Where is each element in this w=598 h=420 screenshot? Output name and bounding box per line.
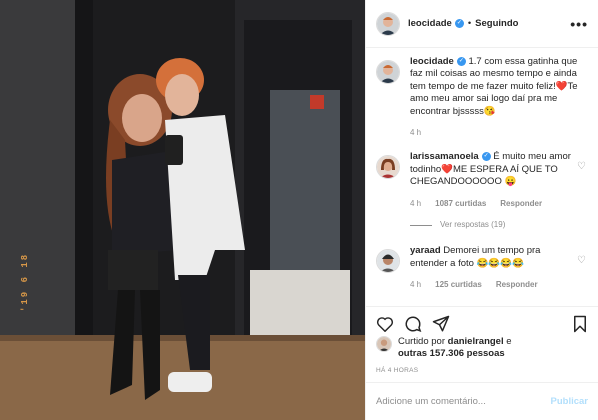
replies-divider (410, 224, 432, 226)
verified-badge-icon: ✓ (456, 56, 466, 66)
comment-input[interactable] (376, 396, 551, 407)
comment-bubble-icon[interactable] (404, 315, 422, 333)
publish-button[interactable]: Publicar (551, 396, 589, 407)
post-header: leocidade ✓ • Seguindo ••• (366, 0, 598, 48)
comment-time[interactable]: 4 h (410, 198, 421, 210)
more-options-icon[interactable]: ••• (570, 16, 588, 32)
share-send-icon[interactable] (432, 315, 450, 333)
view-replies-label: Ver respostas (19) (440, 220, 506, 230)
separator-dot: • (467, 18, 472, 29)
liker-username[interactable]: danielrangel (448, 336, 504, 347)
following-button[interactable]: Seguindo (475, 18, 518, 29)
photo-date-stamp: '19 6 18 (20, 253, 30, 312)
commenter-avatar[interactable] (376, 155, 400, 180)
comment-like-heart-icon[interactable]: ♡ (577, 255, 586, 266)
comment-likes[interactable]: 125 curtidas (435, 279, 482, 291)
comment-item: larissamanoela ✓ É muito meu amor todinho… (376, 151, 588, 231)
view-replies-button[interactable]: Ver respostas (19) (410, 219, 578, 231)
likes-conjunction: e (506, 336, 512, 347)
save-bookmark-icon[interactable] (572, 315, 588, 333)
likes-prefix: Curtido por (398, 336, 445, 347)
comment-time[interactable]: 4 h (410, 279, 421, 291)
mirror-selfie-image (0, 0, 365, 420)
reply-button[interactable]: Responder (496, 279, 538, 291)
verified-badge-icon: ✓ (481, 152, 491, 162)
author-username[interactable]: leocidade (408, 18, 452, 29)
commenter-avatar[interactable] (376, 249, 400, 274)
caption-item: leocidade ✓ 1.7 com essa gatinha que faz … (376, 56, 588, 139)
comment-username[interactable]: yaraad (410, 245, 441, 256)
caption-time[interactable]: 4 h (410, 127, 421, 139)
comment-likes[interactable]: 1087 curtidas (435, 198, 486, 210)
liker-avatar[interactable] (376, 336, 392, 352)
post-photo[interactable]: '19 6 18 (0, 0, 365, 420)
caption-author-avatar[interactable] (376, 60, 400, 84)
reply-button[interactable]: Responder (500, 198, 542, 210)
caption-username[interactable]: leocidade (410, 56, 454, 67)
post-actions-bar (366, 306, 598, 340)
verified-badge-icon: ✓ (454, 19, 464, 28)
likes-summary: Curtido por danielrangel e outras 157.30… (376, 336, 588, 360)
post-timestamp[interactable]: HÁ 4 HORAS (376, 367, 418, 374)
comment-like-heart-icon[interactable]: ♡ (577, 161, 586, 172)
comment-item: yaraad Demorei um tempo pra entender a f… (376, 245, 588, 291)
comments-list[interactable]: leocidade ✓ 1.7 com essa gatinha que faz … (366, 56, 598, 318)
add-comment-bar: Publicar (366, 382, 598, 420)
like-heart-icon[interactable] (376, 316, 394, 332)
likes-others-link[interactable]: outras 157.306 pessoas (398, 348, 505, 359)
author-avatar[interactable] (376, 11, 400, 36)
post-side-panel: leocidade ✓ • Seguindo ••• leocidade ✓ 1.… (365, 0, 598, 420)
comment-username[interactable]: larissamanoela (410, 151, 479, 162)
